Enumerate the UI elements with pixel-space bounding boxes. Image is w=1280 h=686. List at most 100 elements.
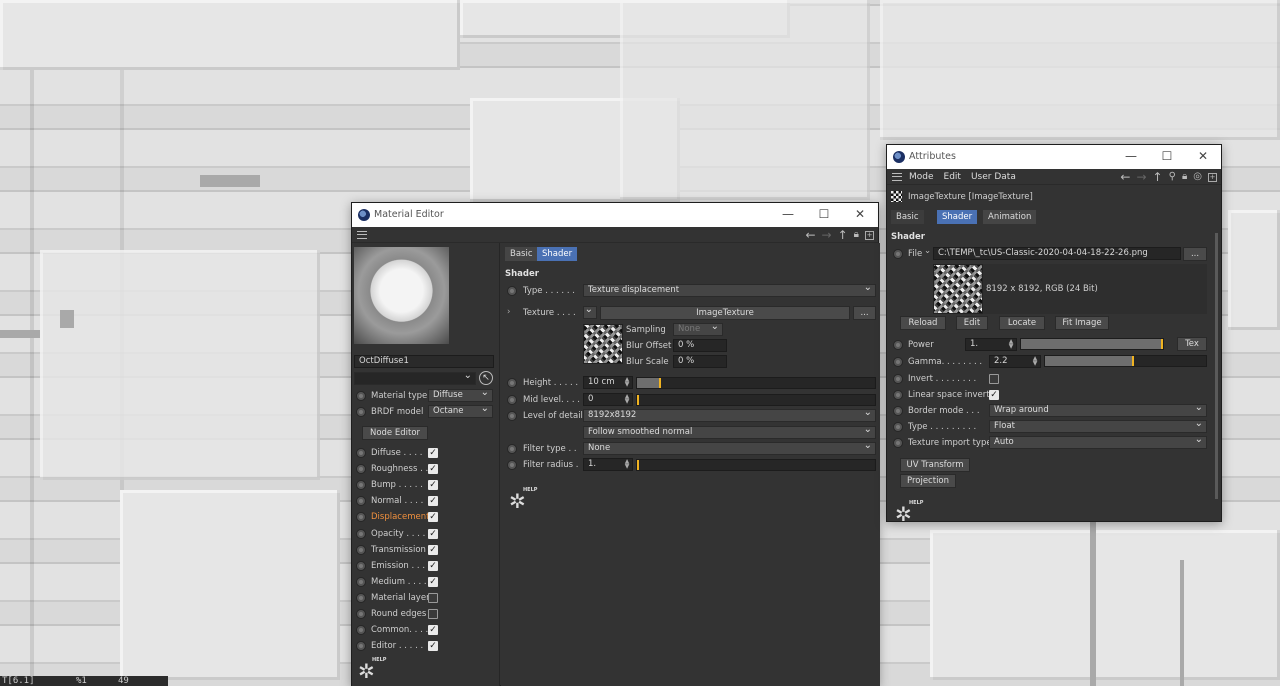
reload-button[interactable]: Reload bbox=[900, 316, 946, 330]
tab-shader[interactable]: Shader bbox=[537, 247, 578, 261]
material-type-radio[interactable] bbox=[356, 391, 366, 401]
material-type-dropdown[interactable]: Diffuse bbox=[428, 389, 493, 402]
channel-checkbox[interactable]: ✓ bbox=[428, 528, 438, 539]
channel-label[interactable]: Round edges bbox=[371, 609, 426, 619]
channel-checkbox[interactable]: ✓ bbox=[428, 576, 438, 587]
channel-checkbox[interactable]: ✓ bbox=[428, 496, 438, 507]
filter-type-dropdown[interactable]: None bbox=[583, 442, 876, 455]
channel-radio[interactable] bbox=[356, 512, 366, 523]
channel-radio[interactable] bbox=[356, 592, 366, 603]
channel-label[interactable]: Bump . . . . . bbox=[371, 480, 423, 490]
pick-cursor-icon[interactable]: ↖ bbox=[479, 371, 493, 385]
invert-checkbox[interactable] bbox=[989, 374, 999, 384]
file-radio[interactable] bbox=[893, 249, 903, 259]
menu-edit[interactable]: Edit bbox=[944, 169, 961, 185]
channel-label[interactable]: Diffuse . . . . bbox=[371, 448, 422, 458]
hamburger-menu-icon[interactable] bbox=[892, 173, 902, 181]
hamburger-menu-icon[interactable] bbox=[357, 231, 367, 239]
channel-radio[interactable] bbox=[356, 641, 366, 652]
channel-checkbox[interactable]: ✓ bbox=[428, 560, 438, 571]
channel-radio[interactable] bbox=[356, 496, 366, 507]
power-spinner[interactable]: ▲ ▼ bbox=[1008, 339, 1014, 350]
import-type-dropdown[interactable]: Auto bbox=[989, 436, 1207, 449]
channel-label[interactable]: Common. . . . bbox=[371, 625, 428, 635]
invert-radio[interactable] bbox=[893, 374, 903, 384]
channel-checkbox[interactable]: ✓ bbox=[428, 464, 438, 475]
height-slider[interactable] bbox=[636, 377, 876, 389]
sampling-dropdown[interactable]: None bbox=[673, 323, 723, 336]
tab-animation[interactable]: Animation bbox=[983, 210, 1037, 224]
minimize-button[interactable]: — bbox=[1113, 145, 1149, 169]
channel-checkbox[interactable]: ✓ bbox=[428, 544, 438, 555]
up-arrow-icon[interactable]: ↑ bbox=[1153, 170, 1163, 184]
channel-radio[interactable] bbox=[356, 544, 366, 555]
uv-transform-button[interactable]: UV Transform bbox=[900, 458, 970, 472]
filter-type-radio[interactable] bbox=[507, 444, 517, 454]
mid-level-radio[interactable] bbox=[507, 395, 517, 405]
scrollbar[interactable] bbox=[1215, 233, 1218, 499]
tab-basic[interactable]: Basic bbox=[891, 210, 924, 224]
filter-radius-spinner[interactable]: ▲ ▼ bbox=[624, 459, 630, 470]
file-chevron-icon[interactable]: ⌄ bbox=[924, 246, 931, 256]
expand-arrow-icon[interactable]: › bbox=[507, 307, 510, 317]
channel-label[interactable]: Material layer bbox=[371, 593, 430, 603]
gamma-slider[interactable] bbox=[1044, 355, 1207, 367]
channel-checkbox[interactable]: ✓ bbox=[428, 480, 438, 491]
new-window-icon[interactable]: + bbox=[865, 231, 874, 240]
type-dropdown[interactable]: Texture displacement bbox=[583, 284, 876, 297]
channel-radio[interactable] bbox=[356, 625, 366, 636]
back-arrow-icon[interactable]: ← bbox=[805, 228, 815, 242]
projection-button[interactable]: Projection bbox=[900, 474, 956, 488]
power-radio[interactable] bbox=[893, 340, 903, 350]
close-button[interactable]: ✕ bbox=[1185, 145, 1221, 169]
filter-radius-radio[interactable] bbox=[507, 460, 517, 470]
import-type-radio[interactable] bbox=[893, 438, 903, 448]
edit-button[interactable]: Edit bbox=[956, 316, 988, 330]
texture-more-button[interactable]: ... bbox=[853, 306, 876, 320]
mid-level-slider-knob[interactable] bbox=[637, 395, 639, 405]
channel-radio[interactable] bbox=[356, 448, 366, 458]
channel-radio[interactable] bbox=[356, 560, 366, 571]
gamma-slider-knob[interactable] bbox=[1132, 356, 1134, 366]
menu-mode[interactable]: Mode bbox=[909, 169, 934, 185]
octane-help-logo[interactable]: ✲ HELP bbox=[509, 487, 537, 513]
maximize-button[interactable]: ☐ bbox=[806, 203, 842, 227]
border-mode-dropdown[interactable]: Wrap around bbox=[989, 404, 1207, 417]
octane-help-logo[interactable]: ✲ HELP bbox=[358, 657, 386, 683]
fit-image-button[interactable]: Fit Image bbox=[1055, 316, 1109, 330]
mid-level-spinner[interactable]: ▲ ▼ bbox=[624, 394, 630, 405]
border-mode-radio[interactable] bbox=[893, 406, 903, 416]
smooth-normal-dropdown[interactable]: Follow smoothed normal bbox=[583, 426, 876, 439]
locate-button[interactable]: Locate bbox=[999, 316, 1045, 330]
file-path-field[interactable]: C:\TEMP\_tc\US-Classic-2020-04-04-18-22-… bbox=[933, 247, 1181, 260]
brdf-dropdown[interactable]: Octane bbox=[428, 405, 493, 418]
file-browse-button[interactable]: ... bbox=[1183, 247, 1207, 261]
lock-icon[interactable]: 🔒︎ bbox=[1182, 170, 1187, 184]
material-preview[interactable] bbox=[354, 247, 449, 344]
lod-radio[interactable] bbox=[507, 411, 517, 421]
attributes-titlebar[interactable]: Attributes — ☐ ✕ bbox=[887, 145, 1221, 169]
tab-basic[interactable]: Basic bbox=[505, 247, 538, 261]
channel-radio[interactable] bbox=[356, 576, 366, 587]
maximize-button[interactable]: ☐ bbox=[1149, 145, 1185, 169]
channel-checkbox[interactable]: ✓ bbox=[428, 448, 438, 458]
height-spinner[interactable]: ▲ ▼ bbox=[624, 377, 630, 388]
channel-checkbox[interactable] bbox=[428, 592, 438, 603]
channel-radio[interactable] bbox=[356, 528, 366, 539]
channel-checkbox[interactable]: ✓ bbox=[428, 641, 438, 652]
material-preset-dropdown[interactable] bbox=[354, 372, 476, 385]
mid-level-slider[interactable] bbox=[636, 394, 876, 406]
gamma-spinner[interactable]: ▲ ▼ bbox=[1032, 356, 1038, 367]
channel-label[interactable]: Emission . . . bbox=[371, 561, 425, 571]
type-radio[interactable] bbox=[893, 422, 903, 432]
search-icon[interactable]: ⚲ bbox=[1169, 170, 1176, 184]
filter-radius-slider[interactable] bbox=[636, 459, 876, 471]
channel-label[interactable]: Transmission bbox=[371, 545, 426, 555]
tex-button[interactable]: Tex bbox=[1177, 337, 1207, 351]
blur-offset-field[interactable]: 0 % bbox=[673, 339, 727, 352]
channel-radio[interactable] bbox=[356, 609, 366, 619]
target-icon[interactable]: ◎ bbox=[1193, 170, 1202, 184]
octane-help-logo[interactable]: ✲ HELP bbox=[895, 500, 923, 526]
up-arrow-icon[interactable]: ↑ bbox=[838, 228, 848, 242]
close-button[interactable]: ✕ bbox=[842, 203, 878, 227]
